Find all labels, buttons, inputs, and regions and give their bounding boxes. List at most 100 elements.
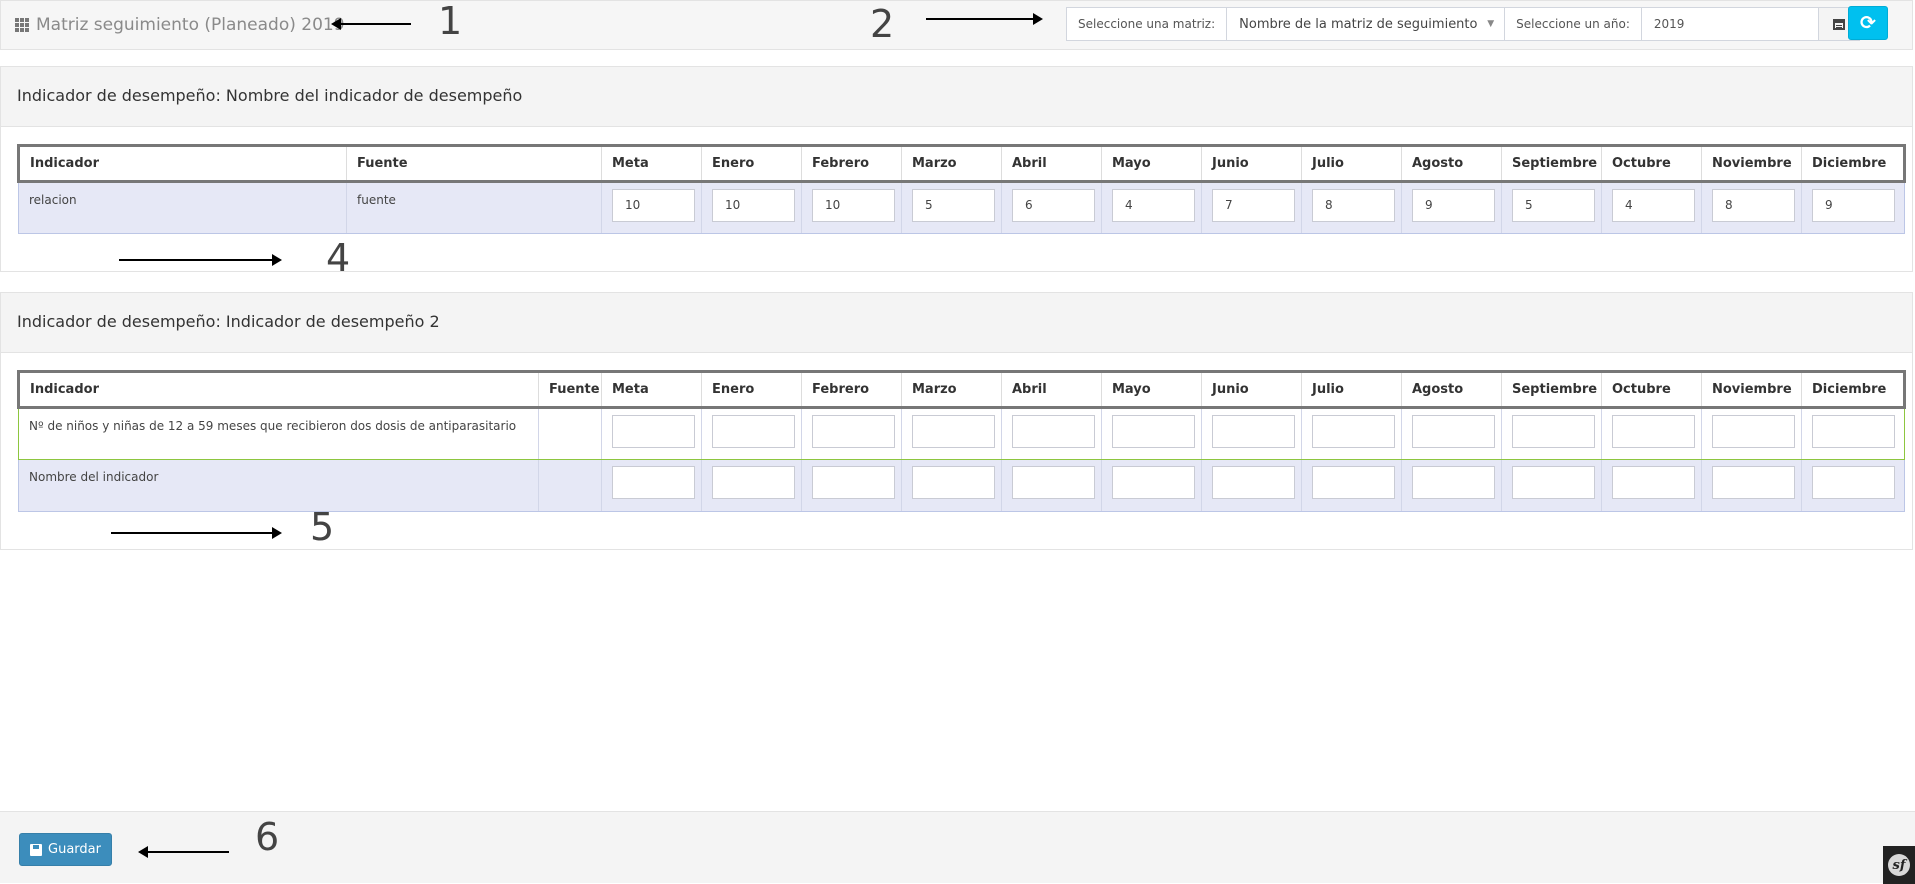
month-input-noviembre[interactable]: [1712, 466, 1795, 499]
symfony-toolbar-icon[interactable]: sf: [1883, 846, 1915, 884]
month-input-agosto[interactable]: [1412, 415, 1495, 448]
month-input-marzo[interactable]: 5: [912, 189, 995, 222]
year-input[interactable]: 2019: [1642, 8, 1819, 40]
column-header: Septiembre: [1501, 144, 1602, 183]
column-header: Mayo: [1101, 370, 1202, 409]
month-input-junio[interactable]: [1212, 466, 1295, 499]
annotation-arrow-1: [331, 18, 411, 30]
indicator-name: Nombre del indicador: [29, 470, 159, 484]
month-input-marzo[interactable]: [912, 415, 995, 448]
column-header: Enero: [701, 144, 802, 183]
month-input-marzo[interactable]: [912, 466, 995, 499]
month-input-septiembre[interactable]: [1512, 466, 1595, 499]
column-header: Noviembre: [1701, 144, 1802, 183]
annotation-arrow-6: [138, 846, 229, 858]
save-button-label: Guardar: [48, 842, 101, 857]
column-header: Febrero: [801, 370, 902, 409]
annotation-marker-5: 5: [310, 505, 335, 549]
column-header: Indicador: [17, 370, 539, 409]
month-input-mayo[interactable]: 4: [1112, 189, 1195, 222]
column-header: Septiembre: [1501, 370, 1602, 409]
month-input-julio[interactable]: [1312, 415, 1395, 448]
floppy-icon: [30, 843, 43, 856]
meta-input[interactable]: [612, 415, 695, 448]
annotation-arrow-4: [119, 254, 282, 266]
calendar-icon: [1832, 18, 1845, 30]
month-input-agosto[interactable]: [1412, 466, 1495, 499]
column-header: Noviembre: [1701, 370, 1802, 409]
meta-input[interactable]: 10: [612, 189, 695, 222]
column-header: Julio: [1301, 370, 1402, 409]
month-input-abril[interactable]: [1012, 466, 1095, 499]
table-row: relacion fuente 10 10 10 5 6 4 7 8 9 5 4…: [18, 181, 1905, 234]
month-input-junio[interactable]: 7: [1212, 189, 1295, 222]
indicator-table-2: Indicador Fuente Meta Enero Febrero Marz…: [17, 370, 1906, 512]
column-header: Octubre: [1601, 144, 1702, 183]
chevron-down-icon: ▼: [1487, 19, 1495, 29]
page-title-text: Matriz seguimiento (Planeado) 2019: [36, 15, 345, 35]
column-header: Abril: [1001, 144, 1102, 183]
table-header-row: Indicador Fuente Meta Enero Febrero Marz…: [17, 144, 1906, 183]
column-header: Diciembre: [1801, 370, 1906, 409]
month-input-enero[interactable]: [712, 415, 795, 448]
month-input-febrero[interactable]: [812, 415, 895, 448]
annotation-marker-1: 1: [438, 0, 463, 43]
month-input-octubre[interactable]: [1612, 415, 1695, 448]
month-input-septiembre[interactable]: 5: [1512, 189, 1595, 222]
column-header: Febrero: [801, 144, 902, 183]
year-label: Seleccione un año:: [1505, 8, 1642, 40]
month-input-agosto[interactable]: 9: [1412, 189, 1495, 222]
month-input-julio[interactable]: [1312, 466, 1395, 499]
annotation-arrow-5: [111, 527, 282, 539]
column-header: Abril: [1001, 370, 1102, 409]
month-input-abril[interactable]: 6: [1012, 189, 1095, 222]
annotation-arrow-2: [926, 13, 1043, 25]
column-header: Marzo: [901, 370, 1002, 409]
indicator-source: [549, 409, 591, 419]
table-row: Nombre del indicador: [18, 459, 1905, 512]
month-input-diciembre[interactable]: [1812, 415, 1895, 448]
month-input-mayo[interactable]: [1112, 415, 1195, 448]
column-header: Marzo: [901, 144, 1002, 183]
month-input-febrero[interactable]: 10: [812, 189, 895, 222]
indicator-panel-2: Indicador de desempeño: Indicador de des…: [0, 292, 1913, 550]
matrix-select[interactable]: Nombre de la matriz de seguimiento ▼: [1227, 8, 1506, 40]
indicator-source: [549, 460, 591, 470]
month-input-diciembre[interactable]: 9: [1812, 189, 1895, 222]
column-header: Junio: [1201, 370, 1302, 409]
meta-input[interactable]: [612, 466, 695, 499]
save-button[interactable]: Guardar: [19, 833, 112, 866]
panel-title: Indicador de desempeño: Nombre del indic…: [17, 86, 523, 105]
table-header-row: Indicador Fuente Meta Enero Febrero Marz…: [17, 370, 1906, 409]
symfony-logo-icon: sf: [1888, 854, 1910, 876]
month-input-abril[interactable]: [1012, 415, 1095, 448]
column-header: Octubre: [1601, 370, 1702, 409]
matrix-select-value: Nombre de la matriz de seguimiento: [1239, 16, 1478, 32]
month-input-octubre[interactable]: [1612, 466, 1695, 499]
month-input-julio[interactable]: 8: [1312, 189, 1395, 222]
indicator-name: relacion: [29, 193, 77, 207]
refresh-button[interactable]: ⟳: [1848, 6, 1888, 40]
annotation-marker-2: 2: [870, 2, 895, 46]
indicator-name: Nº de niños y niñas de 12 a 59 meses que…: [29, 419, 517, 433]
month-input-febrero[interactable]: [812, 466, 895, 499]
page-title: Matriz seguimiento (Planeado) 2019: [15, 15, 345, 35]
month-input-enero[interactable]: 10: [712, 189, 795, 222]
month-input-diciembre[interactable]: [1812, 466, 1895, 499]
column-header: Agosto: [1401, 144, 1502, 183]
month-input-junio[interactable]: [1212, 415, 1295, 448]
table-row: Nº de niños y niñas de 12 a 59 meses que…: [18, 407, 1905, 460]
month-input-noviembre[interactable]: 8: [1712, 189, 1795, 222]
indicator-source: fuente: [357, 193, 396, 207]
month-input-noviembre[interactable]: [1712, 415, 1795, 448]
column-header: Diciembre: [1801, 144, 1906, 183]
refresh-icon: ⟳: [1860, 12, 1876, 34]
annotation-marker-6: 6: [255, 815, 280, 859]
annotation-marker-4: 4: [326, 236, 351, 280]
indicator-panel-1: Indicador de desempeño: Nombre del indic…: [0, 66, 1913, 272]
month-input-enero[interactable]: [712, 466, 795, 499]
column-header: Meta: [601, 370, 702, 409]
month-input-mayo[interactable]: [1112, 466, 1195, 499]
month-input-septiembre[interactable]: [1512, 415, 1595, 448]
month-input-octubre[interactable]: 4: [1612, 189, 1695, 222]
